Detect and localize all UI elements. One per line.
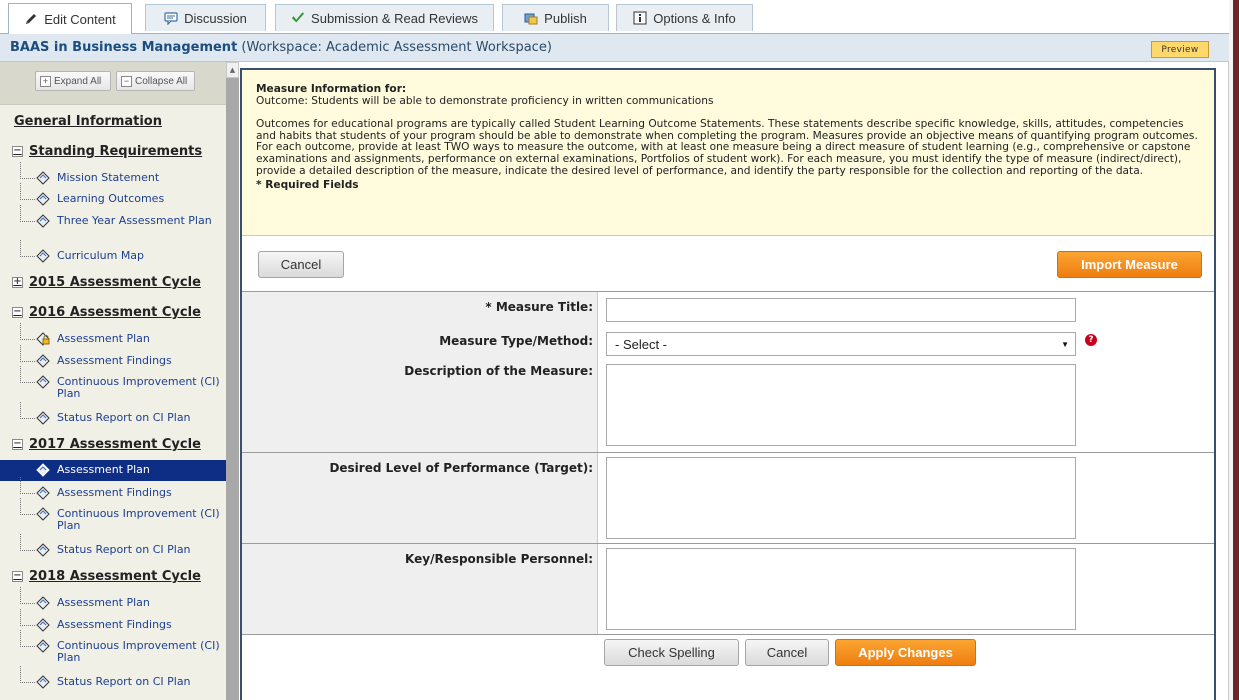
target-row: Desired Level of Performance (Target):	[242, 453, 1214, 544]
info-icon	[633, 11, 647, 25]
collapse-all-label: Collapse All	[135, 75, 188, 87]
tab-submission-reviews[interactable]: Submission & Read Reviews	[275, 4, 494, 31]
description-textarea[interactable]	[606, 364, 1076, 446]
measure-type-label: Measure Type/Method:	[439, 334, 593, 348]
diamond-doc-icon	[36, 192, 50, 206]
target-label: Desired Level of Performance (Target):	[329, 461, 593, 475]
diamond-doc-icon	[36, 249, 50, 263]
notice-heading: Measure Information for:	[256, 83, 407, 95]
preview-button[interactable]: Preview	[1151, 41, 1209, 58]
diamond-doc-icon	[36, 486, 50, 500]
group-title: 2015 Assessment Cycle	[29, 275, 201, 290]
notice-outcome: Outcome: Students will be able to demons…	[256, 94, 714, 107]
required-fields-note: * Required Fields	[256, 179, 359, 192]
tab-bar: Edit Content Discussion Submission & Rea…	[0, 0, 1229, 34]
cancel-button-top[interactable]: Cancel	[258, 251, 344, 278]
group-title: 2017 Assessment Cycle	[29, 437, 201, 452]
measure-title-row: * Measure Title:	[242, 292, 1214, 328]
diamond-doc-icon	[36, 411, 50, 425]
tab-label: Options & Info	[653, 10, 736, 26]
tab-publish[interactable]: Publish	[502, 4, 609, 31]
collapse-toggle-icon[interactable]: −	[12, 307, 23, 318]
chat-icon	[164, 11, 178, 25]
publish-icon	[524, 11, 538, 25]
plus-icon: +	[40, 75, 51, 87]
tab-label: Publish	[544, 10, 587, 26]
program-title: BAAS in Business Management	[10, 40, 238, 55]
window-border	[1233, 0, 1239, 700]
sidebar: + Expand All − Collapse All General Info…	[0, 62, 227, 700]
expand-all-button[interactable]: + Expand All	[35, 71, 111, 91]
measure-type-row: Measure Type/Method: - Select - ▼ ?	[242, 328, 1214, 358]
measure-info-notice: Measure Information for: Outcome: Studen…	[242, 70, 1214, 236]
notice-body: Outcomes for educational programs are ty…	[256, 118, 1198, 177]
group-2015-cycle[interactable]: + 2015 Assessment Cycle	[12, 275, 201, 290]
diamond-doc-icon	[36, 543, 50, 557]
pencil-icon	[24, 12, 38, 26]
group-2018-cycle[interactable]: − 2018 Assessment Cycle	[12, 569, 201, 584]
page-title: BAAS in Business Management (Workspace: …	[10, 40, 552, 55]
measure-title-input[interactable]	[606, 298, 1076, 322]
description-label: Description of the Measure:	[404, 364, 593, 378]
tab-label: Edit Content	[44, 11, 116, 27]
diamond-doc-icon	[36, 507, 50, 521]
measure-title-label: * Measure Title:	[485, 300, 593, 314]
sidebar-scrollbar[interactable]: ▲	[226, 62, 239, 700]
apply-changes-button[interactable]: Apply Changes	[835, 639, 976, 666]
bottom-button-row: Check Spelling Cancel Apply Changes	[242, 635, 1214, 675]
checkmark-icon	[291, 11, 305, 25]
top-button-row: Cancel Import Measure	[242, 236, 1214, 292]
expand-all-label: Expand All	[54, 75, 102, 87]
general-information-link[interactable]: General Information	[14, 114, 162, 129]
dropdown-arrow-icon: ▼	[1061, 340, 1069, 349]
expand-toggle-icon[interactable]: +	[12, 277, 23, 288]
scroll-up-arrow-icon[interactable]: ▲	[226, 62, 239, 78]
collapse-toggle-icon[interactable]: −	[12, 146, 23, 157]
workspace-label: (Workspace: Academic Assessment Workspac…	[241, 40, 552, 55]
description-row: Description of the Measure:	[242, 358, 1214, 453]
title-bar: BAAS in Business Management (Workspace: …	[0, 34, 1229, 62]
import-measure-button[interactable]: Import Measure	[1057, 251, 1202, 278]
tab-label: Submission & Read Reviews	[311, 10, 478, 26]
collapse-toggle-icon[interactable]: −	[12, 571, 23, 582]
tab-discussion[interactable]: Discussion	[145, 4, 266, 31]
sidebar-toolbar: + Expand All − Collapse All	[0, 62, 226, 105]
diamond-doc-icon	[36, 354, 50, 368]
personnel-row: Key/Responsible Personnel:	[242, 544, 1214, 635]
help-question-icon[interactable]: ?	[1085, 334, 1097, 346]
diamond-doc-icon	[36, 596, 50, 610]
group-title: Standing Requirements	[29, 144, 203, 159]
tab-options-info[interactable]: Options & Info	[616, 4, 753, 31]
target-textarea[interactable]	[606, 457, 1076, 539]
select-value: - Select -	[615, 337, 668, 352]
tab-edit-content[interactable]: Edit Content	[8, 3, 132, 34]
personnel-textarea[interactable]	[606, 548, 1076, 630]
personnel-label: Key/Responsible Personnel:	[405, 552, 593, 566]
minus-icon: −	[121, 75, 132, 87]
tab-label: Discussion	[184, 10, 247, 26]
diamond-doc-icon	[36, 375, 50, 389]
diamond-doc-icon	[36, 618, 50, 632]
locked-diamond-icon	[36, 332, 50, 346]
group-title: 2016 Assessment Cycle	[29, 305, 201, 320]
group-title: 2018 Assessment Cycle	[29, 569, 201, 584]
diamond-doc-icon	[36, 675, 50, 689]
diamond-doc-icon	[36, 639, 50, 653]
group-2017-cycle[interactable]: − 2017 Assessment Cycle	[12, 437, 201, 452]
group-standing-requirements[interactable]: − Standing Requirements	[12, 144, 202, 159]
collapse-toggle-icon[interactable]: −	[12, 439, 23, 450]
check-spelling-button[interactable]: Check Spelling	[604, 639, 739, 666]
measure-editor-panel: Measure Information for: Outcome: Studen…	[240, 68, 1216, 700]
collapse-all-button[interactable]: − Collapse All	[116, 71, 195, 91]
cancel-button-bottom[interactable]: Cancel	[745, 639, 829, 666]
diamond-doc-icon	[36, 463, 50, 477]
diamond-doc-icon	[36, 171, 50, 185]
measure-type-select[interactable]: - Select - ▼	[606, 332, 1076, 356]
group-2016-cycle[interactable]: − 2016 Assessment Cycle	[12, 305, 201, 320]
diamond-doc-icon	[36, 214, 50, 228]
